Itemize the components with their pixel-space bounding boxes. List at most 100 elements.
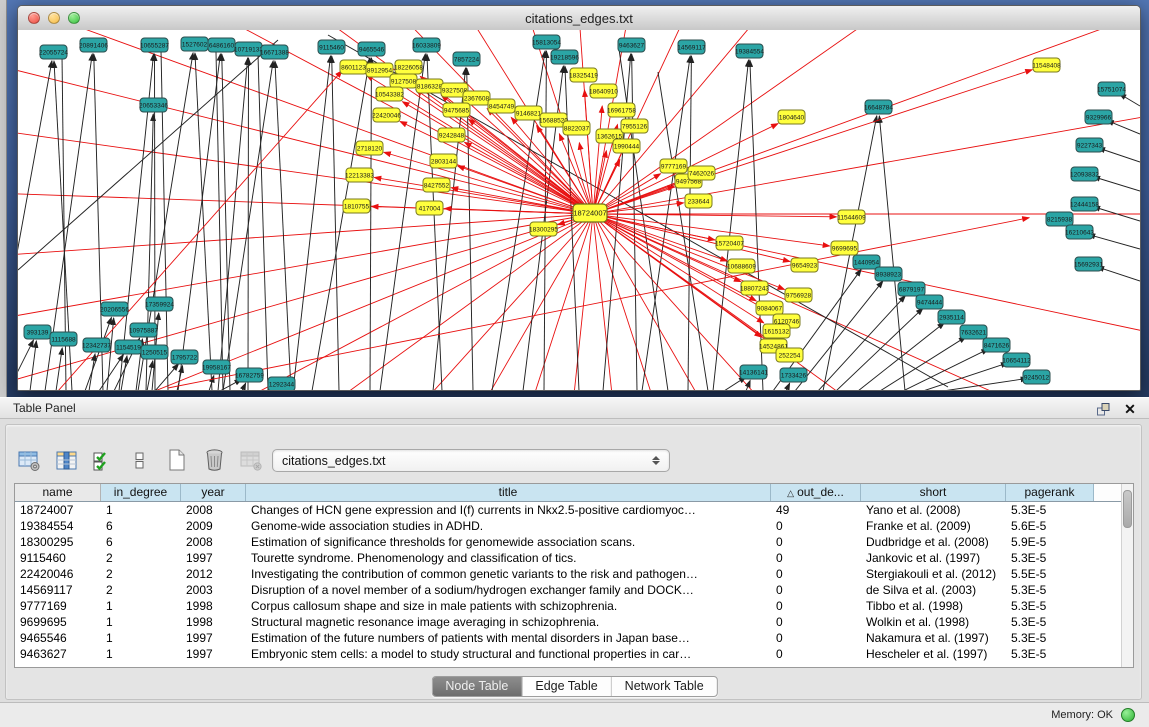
graph-node[interactable]: 1440954 [853,255,880,269]
graph-edge[interactable] [129,214,593,391]
graph-edge[interactable] [18,162,593,214]
graph-node[interactable]: 15692931 [1074,257,1103,271]
graph-node[interactable]: 10688609 [727,259,756,273]
graph-node[interactable]: 20206556 [100,302,129,316]
graph-node[interactable]: 8215938 [1046,212,1073,226]
row-height-icon[interactable] [127,447,153,473]
graph-edge[interactable] [688,56,691,391]
table-row[interactable]: 1830029562008Estimation of significance … [15,534,1133,550]
delete-table-icon[interactable] [201,447,227,473]
graph-edge[interactable] [177,366,183,391]
memory-status-icon[interactable] [1121,708,1135,722]
graph-edge[interactable] [1097,267,1140,281]
close-panel-icon[interactable]: ✕ [1121,400,1139,418]
table-row[interactable]: 1872400712008Changes of HCN gene express… [15,502,1133,518]
graph-node[interactable]: 9463627 [618,38,645,52]
graph-node[interactable]: 16961758 [607,103,636,117]
graph-node[interactable]: 9084067 [756,301,783,315]
graph-edge[interactable] [18,30,593,214]
column-header-name[interactable]: name [15,484,101,501]
graph-node[interactable]: 417004 [416,201,443,215]
graph-edge[interactable] [1088,234,1140,249]
graph-edge[interactable] [746,380,750,391]
graph-node[interactable]: 9777169 [660,159,687,173]
table-row[interactable]: 977716911998Corpus callosum shape and si… [15,598,1133,614]
graph-edge[interactable] [593,214,1140,391]
graph-edge[interactable] [89,354,95,391]
graph-edge[interactable] [618,42,668,391]
graph-edge[interactable] [312,58,370,391]
graph-node[interactable]: 8186328 [416,79,443,93]
tab-edge-table[interactable]: Edge Table [521,677,610,696]
graph-edge[interactable] [18,30,593,214]
graph-node[interactable]: 15813054 [532,35,561,49]
table-scrollbar[interactable] [1121,484,1133,667]
float-panel-icon[interactable] [1094,400,1112,418]
graph-edge[interactable] [593,214,1140,391]
graph-node[interactable]: 8471626 [983,338,1010,352]
graph-node[interactable]: 18325419 [569,68,598,82]
table-row[interactable]: 911546021997Tourette syndrome. Phenomeno… [15,550,1133,566]
table-row[interactable]: 969969511998Structural magnetic resonanc… [15,614,1133,630]
graph-node[interactable]: 9475685 [443,103,470,117]
graph-edge[interactable] [18,30,593,214]
graph-node[interactable]: 19384554 [735,44,764,58]
graph-node[interactable]: 10654112 [1002,353,1031,367]
graph-node[interactable]: 19218596 [550,50,579,64]
network-canvas[interactable]: 2205572420891406106552871527602648616010… [18,30,1140,390]
graph-edge[interactable] [30,341,36,391]
graph-node[interactable]: 11548408 [1032,58,1061,72]
graph-node[interactable]: 14136141 [739,365,768,379]
graph-node[interactable]: 9699695 [831,241,858,255]
graph-node[interactable]: 8454749 [488,99,515,113]
graph-edge[interactable] [18,30,593,214]
graph-node[interactable]: 12213383 [345,168,374,182]
graph-edge[interactable] [274,390,275,391]
graph-edge[interactable] [195,53,212,391]
graph-node[interactable]: 9654923 [791,258,818,272]
graph-node[interactable]: 1615132 [763,324,790,338]
graph-node[interactable]: 1990444 [613,139,640,153]
graph-node[interactable]: 15720407 [715,236,744,250]
graph-node[interactable]: 1154519 [115,340,142,354]
graph-node[interactable]: 22420046 [372,108,401,122]
graph-edge[interactable] [593,70,1032,214]
graph-node[interactable]: 1292344 [268,377,295,391]
table-options-icon[interactable] [16,447,42,473]
graph-node[interactable]: 7462026 [688,166,715,180]
table-row[interactable]: 946554611997Estimation of the future num… [15,630,1133,646]
graph-edge[interactable] [218,58,248,391]
graph-edge[interactable] [427,54,442,391]
graph-node[interactable]: 10719133 [234,42,263,56]
graph-node[interactable]: 9115460 [318,40,345,54]
column-header-year[interactable]: year [181,484,246,501]
graph-node[interactable]: 7857224 [453,52,480,66]
graph-node[interactable]: 18807243 [740,281,769,295]
graph-node[interactable]: 10655287 [140,38,169,52]
graph-node[interactable]: 1115688 [50,332,77,346]
graph-edge[interactable] [168,218,1029,388]
graph-edge[interactable] [713,60,749,391]
graph-node[interactable]: 12342737 [82,338,111,352]
graph-node[interactable]: 1795722 [171,350,198,364]
graph-node[interactable]: 393139 [24,325,51,339]
table-selector[interactable]: citations_edges.txt [272,449,670,472]
graph-node[interactable]: 15751074 [1097,82,1126,96]
column-header-pagerank[interactable]: pagerank [1006,484,1094,501]
graph-node[interactable]: 2935114 [938,310,965,324]
graph-edge[interactable] [1093,177,1140,191]
graph-node[interactable]: 20653346 [139,98,168,112]
graph-node[interactable]: 1804640 [778,110,805,124]
graph-node[interactable]: 18300295 [529,222,558,236]
graph-node[interactable]: 19958167 [202,360,231,374]
table-panel-titlebar[interactable]: Table Panel ✕ [0,397,1149,419]
graph-node[interactable]: 10543382 [375,87,404,101]
graph-edge[interactable] [18,30,593,214]
select-rows-icon[interactable] [90,447,116,473]
delete-table-disabled-icon[interactable] [238,447,264,473]
table-row[interactable]: 1456911722003Disruption of a novel membe… [15,582,1133,598]
graph-node[interactable]: 16782759 [235,368,264,382]
graph-node[interactable]: 6879197 [898,282,925,296]
graph-edge[interactable] [593,214,727,261]
graph-node[interactable]: 9756928 [785,288,812,302]
